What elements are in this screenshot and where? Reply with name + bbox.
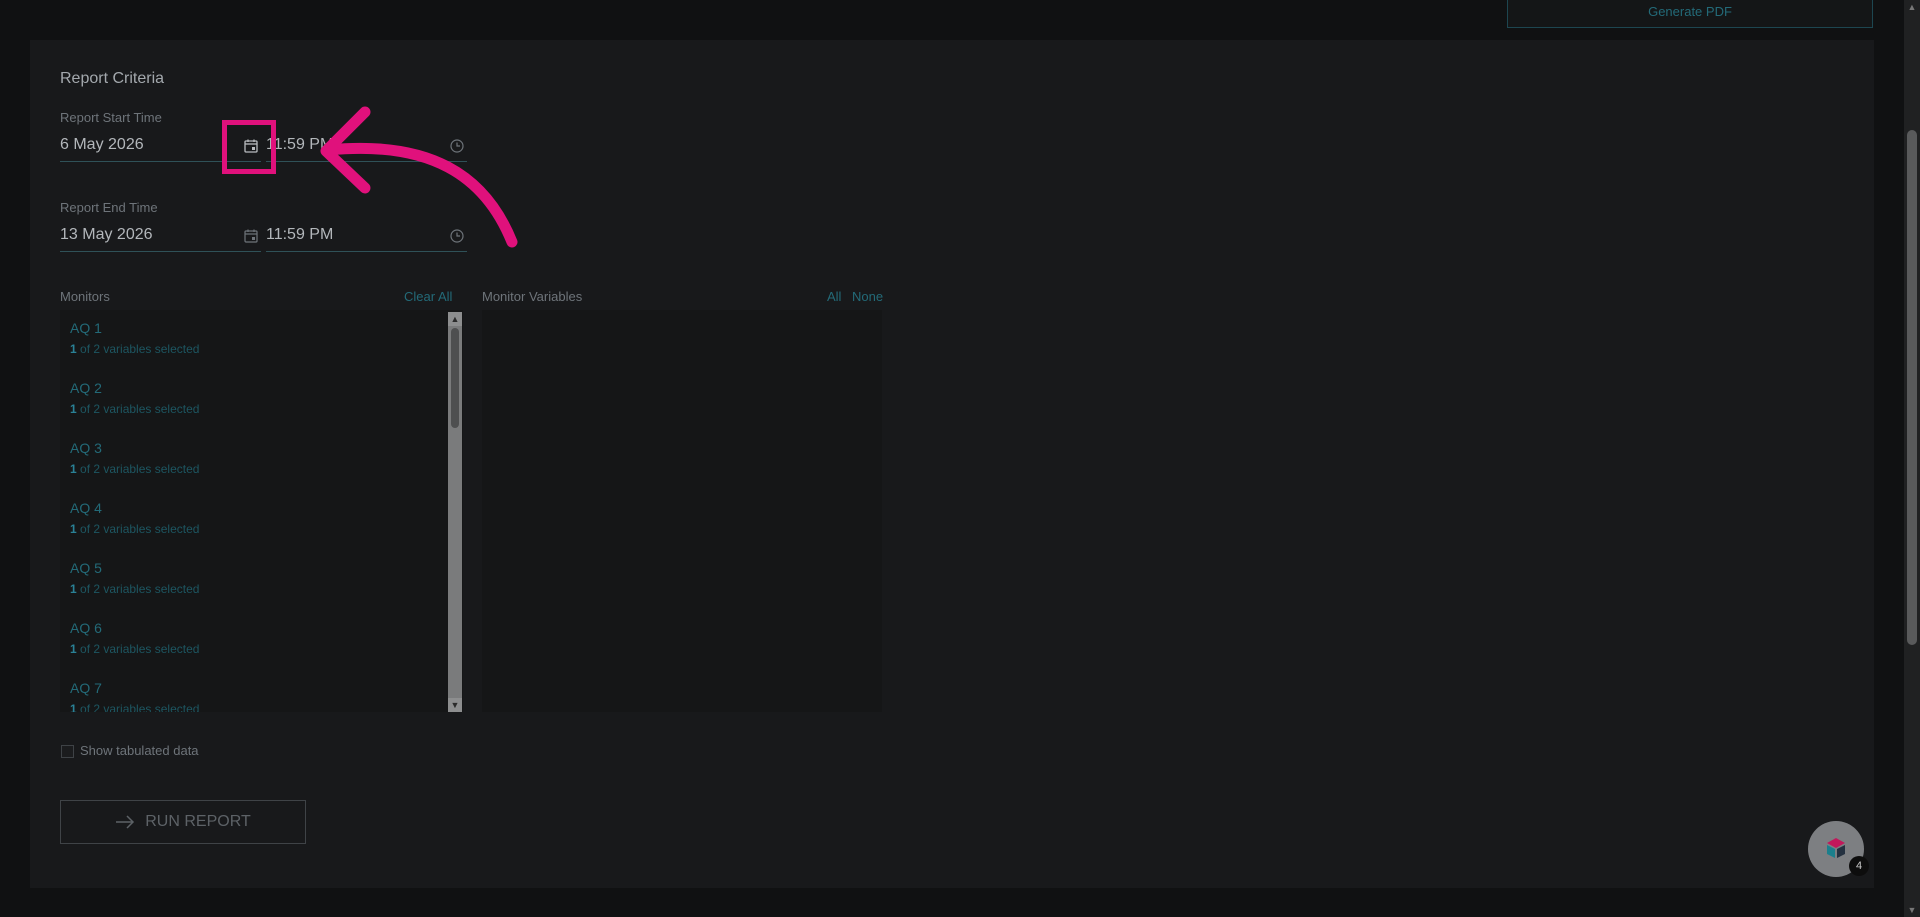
monitor-name: AQ 2 — [70, 380, 102, 396]
end-time-label: Report End Time — [60, 200, 158, 215]
monitor-name: AQ 7 — [70, 680, 102, 696]
arrow-right-icon — [116, 815, 135, 829]
scroll-up-arrow-icon[interactable]: ▲ — [448, 312, 462, 326]
monitor-name: AQ 1 — [70, 320, 102, 336]
monitor-name: AQ 6 — [70, 620, 102, 636]
run-report-button[interactable]: RUN REPORT — [60, 800, 306, 844]
clock-icon[interactable] — [449, 138, 465, 154]
monitor-list: AQ 1 1 of 2 variables selected AQ 2 1 of… — [60, 310, 463, 712]
scroll-thumb[interactable] — [451, 328, 459, 428]
page-scrollbar[interactable]: ▲ ▼ — [1904, 0, 1920, 917]
end-time-value: 11:59 PM — [266, 226, 334, 243]
monitor-selection-summary: 1 of 2 variables selected — [70, 522, 200, 536]
start-time-field[interactable]: 11:59 PM — [266, 130, 467, 162]
calendar-highlight-box — [222, 120, 276, 174]
monitors-label: Monitors — [60, 289, 110, 304]
list-item[interactable]: AQ 7 1 of 2 variables selected — [60, 670, 463, 712]
monitor-selection-summary: 1 of 2 variables selected — [70, 702, 200, 712]
clock-icon[interactable] — [449, 228, 465, 244]
run-report-label: RUN REPORT — [145, 813, 251, 830]
show-tabulated-label: Show tabulated data — [80, 743, 199, 758]
generate-pdf-button[interactable]: Generate PDF — [1507, 0, 1873, 28]
monitor-name: AQ 5 — [70, 560, 102, 576]
end-date-field[interactable]: 13 May 2026 — [60, 220, 261, 252]
scroll-down-arrow-icon[interactable]: ▼ — [1904, 903, 1920, 917]
monitor-name: AQ 3 — [70, 440, 102, 456]
monitor-selection-summary: 1 of 2 variables selected — [70, 462, 200, 476]
select-none-link[interactable]: None — [852, 289, 883, 304]
end-date-value: 13 May 2026 — [60, 226, 153, 243]
list-item[interactable]: AQ 6 1 of 2 variables selected — [60, 610, 463, 670]
list-item[interactable]: AQ 2 1 of 2 variables selected — [60, 370, 463, 430]
monitor-variables-label: Monitor Variables — [482, 289, 583, 304]
monitor-selection-summary: 1 of 2 variables selected — [70, 342, 200, 356]
monitor-selection-summary: 1 of 2 variables selected — [70, 402, 200, 416]
list-item[interactable]: AQ 3 1 of 2 variables selected — [60, 430, 463, 490]
show-tabulated-checkbox[interactable] — [61, 745, 74, 758]
scroll-down-arrow-icon[interactable]: ▼ — [448, 698, 462, 712]
scroll-up-arrow-icon[interactable]: ▲ — [1904, 0, 1920, 14]
report-panel: Report Criteria Report Start Time 6 May … — [30, 40, 1874, 888]
start-date-value: 6 May 2026 — [60, 136, 144, 153]
generate-pdf-label: Generate PDF — [1648, 3, 1732, 19]
end-time-field[interactable]: 11:59 PM — [266, 220, 467, 252]
monitor-variables-list — [482, 310, 882, 712]
start-time-label: Report Start Time — [60, 110, 162, 125]
list-item[interactable]: AQ 1 1 of 2 variables selected — [60, 310, 463, 370]
notification-badge: 4 — [1849, 856, 1869, 876]
start-time-value: 11:59 PM — [266, 136, 334, 153]
monitor-list-scrollbar[interactable]: ▲ ▼ — [448, 312, 462, 712]
monitor-selection-summary: 1 of 2 variables selected — [70, 582, 200, 596]
clear-all-link[interactable]: Clear All — [404, 289, 452, 304]
monitor-selection-summary: 1 of 2 variables selected — [70, 642, 200, 656]
report-criteria-title: Report Criteria — [60, 70, 165, 87]
assistant-logo-icon — [1827, 838, 1845, 858]
calendar-icon[interactable] — [243, 228, 259, 244]
page-scroll-thumb[interactable] — [1907, 130, 1917, 645]
select-all-link[interactable]: All — [827, 289, 841, 304]
list-item[interactable]: AQ 5 1 of 2 variables selected — [60, 550, 463, 610]
monitor-name: AQ 4 — [70, 500, 102, 516]
list-item[interactable]: AQ 4 1 of 2 variables selected — [60, 490, 463, 550]
